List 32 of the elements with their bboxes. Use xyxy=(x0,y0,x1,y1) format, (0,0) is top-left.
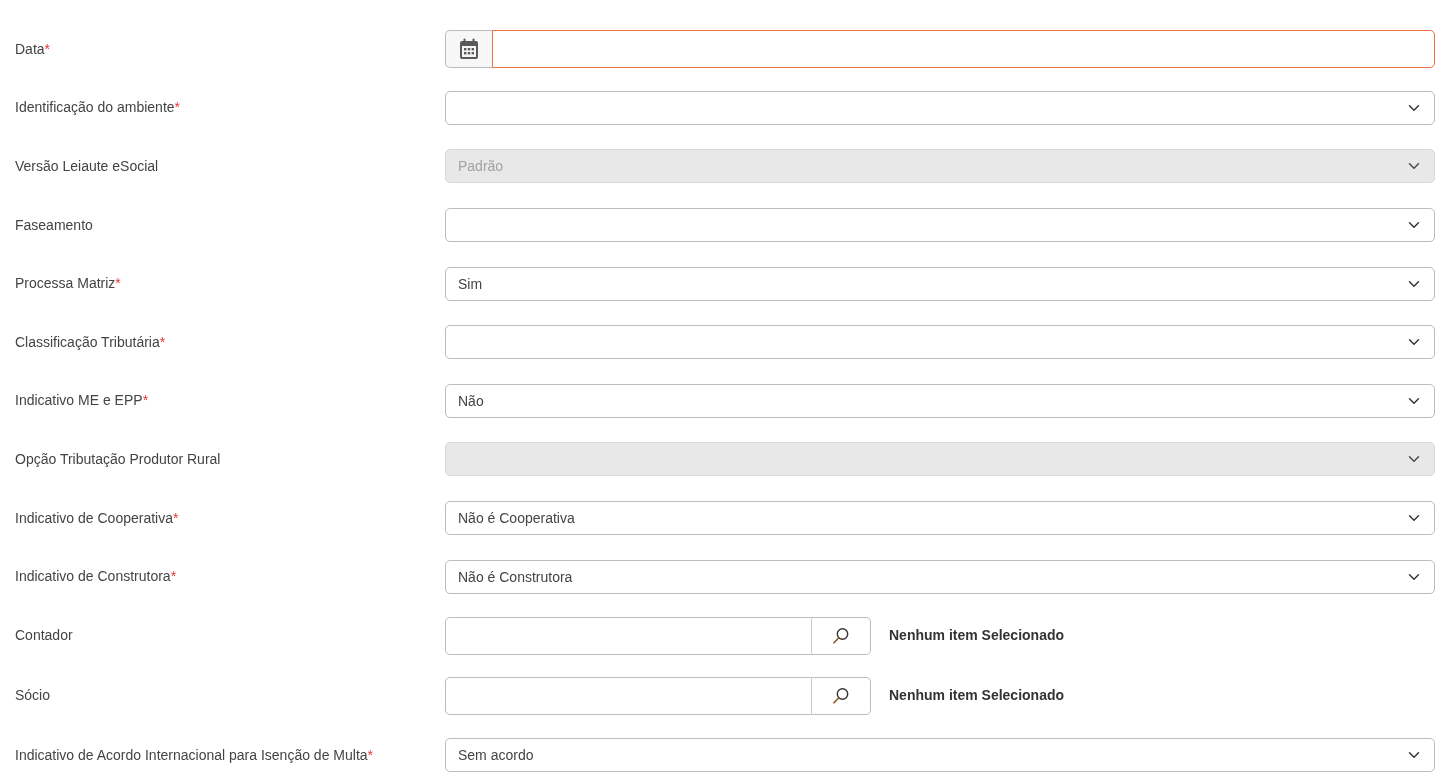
search-icon xyxy=(832,686,850,705)
dropdown[interactable]: Sem acordo xyxy=(445,738,1435,773)
field-label: Faseamento xyxy=(15,215,94,235)
search-field[interactable] xyxy=(445,616,812,655)
field-label: Indicativo de Acordo Internacional para Isenção de Multa* xyxy=(15,745,374,765)
dropdown[interactable]: Não xyxy=(445,383,1435,418)
search-field[interactable] xyxy=(445,676,812,715)
field-label: Classificação Tributária* xyxy=(15,332,167,352)
dropdown[interactable]: Não é Cooperativa xyxy=(445,501,1435,536)
field-label: Data* xyxy=(15,39,52,59)
field-label: Indicativo ME e EPP* xyxy=(15,391,150,411)
field-label: Identificação do ambiente* xyxy=(15,98,181,118)
field-label: Sócio xyxy=(15,686,52,706)
field-label: Opção Tributação Produtor Rural xyxy=(15,449,222,469)
field-label: Indicativo de Construtora* xyxy=(15,567,178,587)
field-label: Contador xyxy=(15,626,74,646)
field-label: Indicativo de Cooperativa* xyxy=(15,508,180,528)
dropdown[interactable] xyxy=(445,208,1435,243)
search-icon xyxy=(832,626,850,645)
calendar-button[interactable] xyxy=(445,30,492,69)
search-button[interactable] xyxy=(811,616,871,655)
field-label: Processa Matriz* xyxy=(15,274,122,294)
selection-status: Nenhum item Selecionado xyxy=(889,626,1065,646)
selection-status: Nenhum item Selecionado xyxy=(889,686,1065,706)
dropdown[interactable]: Não é Construtora xyxy=(445,559,1435,594)
dropdown[interactable] xyxy=(445,325,1435,360)
search-button[interactable] xyxy=(811,676,871,715)
calendar-icon xyxy=(458,38,479,61)
dropdown[interactable]: Sim xyxy=(445,266,1435,301)
date-field[interactable] xyxy=(491,30,1435,69)
dropdown[interactable] xyxy=(445,90,1435,125)
field-label: Versão Leiaute eSocial xyxy=(15,157,160,176)
